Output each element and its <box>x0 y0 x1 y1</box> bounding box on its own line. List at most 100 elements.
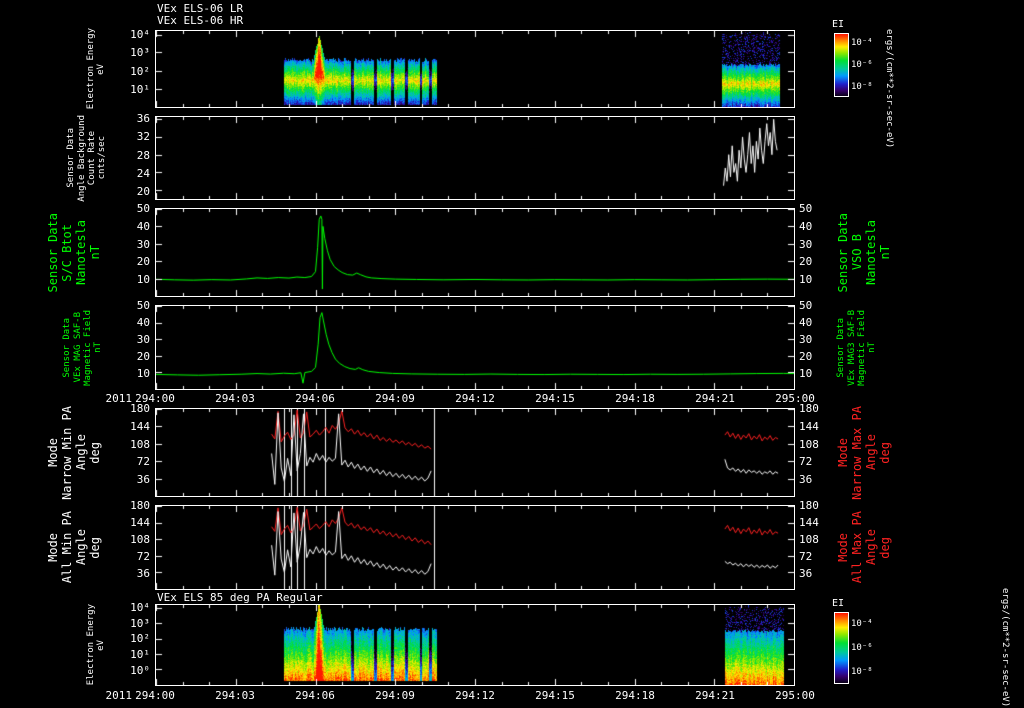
colorbar-top-canvas <box>835 34 848 96</box>
colorbar-tick-label: 10⁻⁸ <box>851 667 873 677</box>
y-tick-label: 32 <box>136 130 150 143</box>
axis-title-line: eV <box>96 639 106 651</box>
y-tick-label: 10³ <box>130 617 150 630</box>
axis-title-electron-energy-bottom: Electron Energy eV <box>82 604 110 686</box>
y-axis-labels-panel2-right: 50 40 30 20 10 <box>797 203 833 297</box>
axis-title-line: Count Rate <box>87 130 97 186</box>
y-tick-label: 144 <box>130 420 150 433</box>
y-tick-label: 72 <box>799 455 813 468</box>
y-tick-label: 20 <box>136 350 150 363</box>
axis-title-line: deg <box>87 536 102 559</box>
y-axis-labels-panel1: 36 32 28 24 20 <box>116 113 152 200</box>
axis-title-electron-energy-top: Electron Energy eV <box>82 28 110 109</box>
y-tick-label: 10⁴ <box>130 28 150 41</box>
y-tick-label: 50 <box>799 299 813 312</box>
panel-background-count-rate <box>155 116 795 200</box>
axis-title-line: Nanotesla <box>74 219 88 286</box>
axis-title-line: Sensor Data <box>66 128 77 188</box>
y-axis-labels-panel3-right: 50 40 30 20 10 <box>797 300 833 390</box>
y-tick-label: 10 <box>136 273 150 286</box>
y-tick-label: 10² <box>130 65 150 78</box>
y-tick-label: 50 <box>799 202 813 215</box>
y-tick-label: 40 <box>799 220 813 233</box>
y-axis-labels-panel6: 10⁴ 10³ 10² 10¹ 10⁰ <box>116 602 152 686</box>
x-tick-label: 294:09 <box>375 689 415 702</box>
y-tick-label: 10⁰ <box>130 664 150 677</box>
colorbar-bottom-tick-labels: 10⁻⁴ 10⁻⁶ 10⁻⁸ <box>851 612 891 684</box>
plot-screen: VEx ELS-06 LR VEx ELS-06 HR VEx ELS 85 d… <box>0 0 1024 708</box>
axis-title-line: Narrow Min PA <box>60 405 75 500</box>
x-tick-label: 294:00 <box>135 392 175 405</box>
x-tick-label: 294:18 <box>615 689 655 702</box>
y-axis-labels-panel5-left: 180 144 108 72 36 <box>116 500 152 590</box>
els-spectrogram-bottom-canvas <box>156 605 794 685</box>
y-axis-labels-panel2-left: 50 40 30 20 10 <box>116 203 152 297</box>
axis-title-line: nT <box>87 245 102 260</box>
year-label-middle: 2011 <box>105 392 133 405</box>
y-tick-label: 36 <box>799 473 813 486</box>
colorbar-bottom <box>834 612 849 684</box>
axis-title-line: Sensor Data <box>836 317 847 378</box>
y-tick-label: 108 <box>130 438 150 451</box>
x-tick-label: 295:00 <box>775 689 815 702</box>
x-tick-label: 294:21 <box>695 689 735 702</box>
axis-title-line: VEx MAG3 SAF-B <box>846 309 857 386</box>
y-tick-label: 108 <box>799 438 819 451</box>
x-tick-label: 294:15 <box>535 689 575 702</box>
colorbar-unit-top: ergs/(cm**2-sr-sec-eV) <box>884 29 894 149</box>
axis-title-line: VSO B <box>850 234 865 271</box>
colorbar-label-top: EI <box>832 19 845 30</box>
y-tick-label: 30 <box>799 238 813 251</box>
colorbar-label-bottom: EI <box>832 598 845 609</box>
colorbar-tick-label: 10⁻⁴ <box>851 619 873 629</box>
colorbar-tick-label: 10⁻⁴ <box>851 38 873 48</box>
axis-title-mag3-saf-b: Sensor Data VEx MAG3 SAF-B Magnetic Field n… <box>834 305 880 390</box>
axis-title-line: Narrow Max PA <box>850 405 865 500</box>
axis-title-line: nT <box>867 342 878 353</box>
x-tick-label: 294:18 <box>615 392 655 405</box>
y-tick-label: 108 <box>130 533 150 546</box>
colorbar-unit-bottom: ergs/(cm**2-sr-sec-eV) <box>1000 588 1010 708</box>
y-tick-label: 40 <box>799 316 813 329</box>
y-tick-label: 30 <box>799 333 813 346</box>
y-tick-label: 36 <box>136 473 150 486</box>
axis-title-line: Angle <box>74 529 88 566</box>
y-tick-label: 10¹ <box>130 83 150 96</box>
panel-sc-btot <box>155 208 795 297</box>
y-tick-label: 10² <box>130 632 150 645</box>
y-tick-label: 20 <box>136 185 150 198</box>
y-tick-label: 30 <box>136 333 150 346</box>
x-tick-label: 294:03 <box>215 392 255 405</box>
x-tick-label: 294:09 <box>375 392 415 405</box>
axis-title-line: eV <box>96 63 106 75</box>
y-axis-labels-panel5-right: 180 144 108 72 36 <box>797 500 833 590</box>
axis-title-mag-saf-b: Sensor Data VEx MAG SAF-B Magnetic Field nT <box>60 305 106 390</box>
y-tick-label: 50 <box>136 299 150 312</box>
x-tick-label: 294:06 <box>295 392 335 405</box>
y-tick-label: 36 <box>799 567 813 580</box>
y-tick-label: 144 <box>799 420 819 433</box>
axis-title-line: Nanotesla <box>864 219 878 286</box>
panel-els-spectrogram-bottom <box>155 604 795 686</box>
axis-title-line: Magnetic Field <box>857 309 867 386</box>
y-tick-label: 10 <box>799 273 813 286</box>
els-spectrogram-top-canvas <box>156 31 794 107</box>
axis-title-line: nT <box>877 245 892 260</box>
y-tick-label: 50 <box>136 202 150 215</box>
axis-title-count-rate: Sensor Data Angle Background Count Rate cnt… <box>64 115 110 202</box>
axis-title-narrow-min-pa: Mode Narrow Min PA Angle deg <box>44 405 106 500</box>
axis-title-line: Sensor Data <box>62 317 73 378</box>
y-tick-label: 10³ <box>130 46 150 59</box>
panel-title-els-85deg: VEx ELS 85 deg PA Regular <box>157 591 323 604</box>
x-tick-label: 294:12 <box>455 392 495 405</box>
axis-title-line: Electron Energy <box>85 604 96 686</box>
y-tick-label: 180 <box>799 499 819 512</box>
axis-title-narrow-max-pa: Mode Narrow Max PA Angle deg <box>834 405 896 500</box>
y-axis-labels-panel3-left: 50 40 30 20 10 <box>116 300 152 390</box>
x-tick-label: 295:00 <box>775 392 815 405</box>
panel-narrow-pa <box>155 408 795 497</box>
sc-btot-canvas <box>156 209 794 296</box>
year-label-bottom: 2011 <box>105 689 133 702</box>
axis-title-all-max-pa: Mode All Max PA Angle deg <box>834 505 896 590</box>
x-tick-label: 294:21 <box>695 392 735 405</box>
